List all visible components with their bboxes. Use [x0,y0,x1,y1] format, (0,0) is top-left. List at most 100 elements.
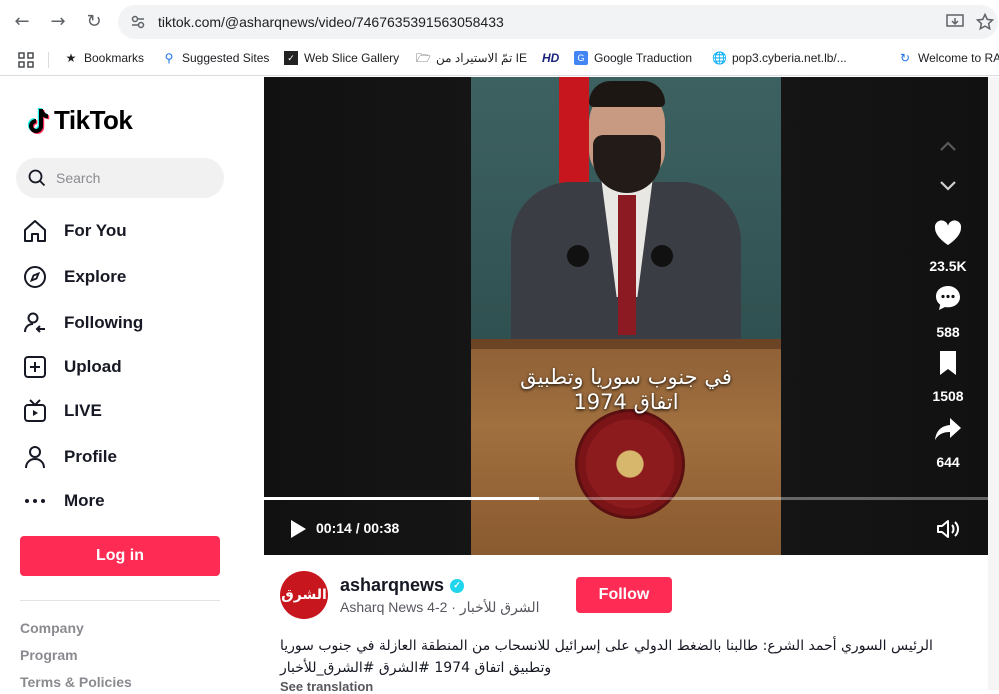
username-text: asharqnews [340,575,445,595]
footer-link-company[interactable]: Company [20,620,84,636]
bookmark-label: Bookmarks [84,51,145,65]
install-app-icon[interactable] [946,14,964,30]
search-icon: ⚲ [164,51,174,65]
bookmark-ie-folder[interactable]: 🗁 تمّ الاستيراد من IE [416,51,527,65]
share-button[interactable]: 644 [920,415,976,470]
save-button[interactable]: 1508 [920,349,976,404]
back-arrow-icon[interactable]: ← [12,12,32,32]
page-scrollbar[interactable] [988,77,999,690]
footer-link-terms[interactable]: Terms & Policies [20,674,132,690]
post-description: الرئيس السوري أحمد الشرع: طالبنا بالضغط … [280,638,933,676]
bookmark-pop3[interactable]: 🌐 pop3.cyberia.net.lb/... [712,51,847,65]
comment-button[interactable]: 588 [920,283,976,340]
like-button[interactable]: 23.5K [920,219,976,274]
nav-more[interactable]: More [22,488,105,514]
bookmarks-bar: ★ Bookmarks ⚲ Suggested Sites ✓ Web Slice G… [0,44,999,76]
avatar[interactable]: الشرق [280,571,328,619]
site-settings-icon[interactable] [130,14,146,30]
next-video-button[interactable] [930,168,966,204]
display-name-date: Asharq News الشرق للأخبار · 2-4 [340,599,540,615]
search-placeholder: Search [56,170,101,186]
previous-video-button[interactable] [930,128,966,164]
star-icon: ★ [65,51,77,65]
heart-icon [934,220,962,245]
podium-edge [471,339,781,349]
reload-icon[interactable]: ↻ [84,12,104,32]
playback-time: 00:14 / 00:38 [316,520,400,536]
share-arrow-icon [935,418,961,440]
forward-arrow-icon[interactable]: → [48,12,68,32]
home-icon [22,218,48,244]
translate-icon: G [574,51,588,65]
nav-for-you[interactable]: For You [22,218,127,244]
compass-icon [22,264,48,290]
bookmark-web-slice-gallery[interactable]: ✓ Web Slice Gallery [284,51,399,65]
bookmarks-divider [48,52,49,68]
bookmark-suggested-sites[interactable]: ⚲ Suggested Sites [162,51,270,65]
bookmark-label: Welcome to RA [918,51,999,65]
web-slice-icon: ✓ [284,51,298,65]
speaker-tie [618,195,636,335]
comment-icon [936,286,960,310]
chevron-down-icon [940,181,956,191]
footer-link-program[interactable]: Program [20,647,78,663]
bookmark-label: Suggested Sites [182,51,270,65]
bookmark-label: pop3.cyberia.net.lb/... [732,51,847,65]
video-frame: في جنوب سوريا وتطبيق اتفاق 1974 [471,77,781,555]
bookmark-label: تمّ الاستيراد من IE [436,51,528,65]
link-icon: ↻ [899,51,911,65]
nav-label: Profile [64,447,117,466]
caption-line-2: اتفاق 1974 [573,390,679,414]
sidebar: TikTok Search For You Explore Following … [0,77,264,690]
browser-toolbar: ← → ↻ tiktok.com/@asharqnews/video/74676… [0,0,999,44]
see-translation-link[interactable]: See translation [280,679,373,694]
nav-label: For You [64,221,127,240]
bookmark-label: Web Slice Gallery [304,51,400,65]
microphone-left [567,245,589,267]
nav-label: Upload [64,357,122,376]
live-tv-icon [22,398,48,424]
caption-line-1: في جنوب سوريا وتطبيق [520,365,732,389]
following-icon [22,310,48,336]
nav-profile[interactable]: Profile [22,444,117,470]
address-bar[interactable]: tiktok.com/@asharqnews/video/74676353915… [118,5,998,39]
nav-live[interactable]: LIVE [22,398,102,424]
like-count: 23.5K [929,258,967,274]
comment-count: 588 [936,324,960,340]
progress-bar[interactable] [264,497,988,500]
nav-label: LIVE [64,401,102,420]
share-count: 644 [936,454,960,470]
upload-icon [22,354,48,380]
apps-grid-icon[interactable] [18,52,34,68]
nav-explore[interactable]: Explore [22,264,126,290]
login-button[interactable]: Log in [20,536,220,576]
more-dots-icon [22,488,48,514]
play-icon[interactable] [288,518,308,540]
search-input[interactable]: Search [16,158,224,198]
video-player[interactable]: في جنوب سوريا وتطبيق اتفاق 1974 23.5K 58… [264,77,988,555]
globe-icon: 🌐 [712,51,727,65]
nav-following[interactable]: Following [22,310,143,336]
nav-label: More [64,491,105,510]
presidential-seal [575,409,685,519]
speaker-hair [589,81,665,107]
tiktok-logo[interactable]: TikTok [24,105,133,136]
bookmark-bookmarks[interactable]: ★ Bookmarks [64,51,144,65]
chevron-up-icon [940,141,956,151]
bookmark-star-icon[interactable] [976,13,994,31]
follow-button[interactable]: Follow [576,577,672,613]
hd-icon: HD [542,51,560,65]
profile-icon [22,444,48,470]
nav-upload[interactable]: Upload [22,354,122,380]
bookmark-hd[interactable]: HD [542,51,559,65]
tiktok-note-icon [27,107,50,134]
username[interactable]: asharqnews ✓ [340,575,465,596]
microphone-right [651,245,673,267]
bookmark-google-traduction[interactable]: G Google Traduction [574,51,692,65]
bookmark-welcome[interactable]: ↻ Welcome to RA [898,51,999,65]
nav-label: Following [64,313,144,332]
video-caption: في جنوب سوريا وتطبيق اتفاق 1974 [471,365,781,415]
volume-icon[interactable] [936,518,960,540]
sidebar-divider [20,600,220,601]
bookmark-icon [940,351,956,375]
